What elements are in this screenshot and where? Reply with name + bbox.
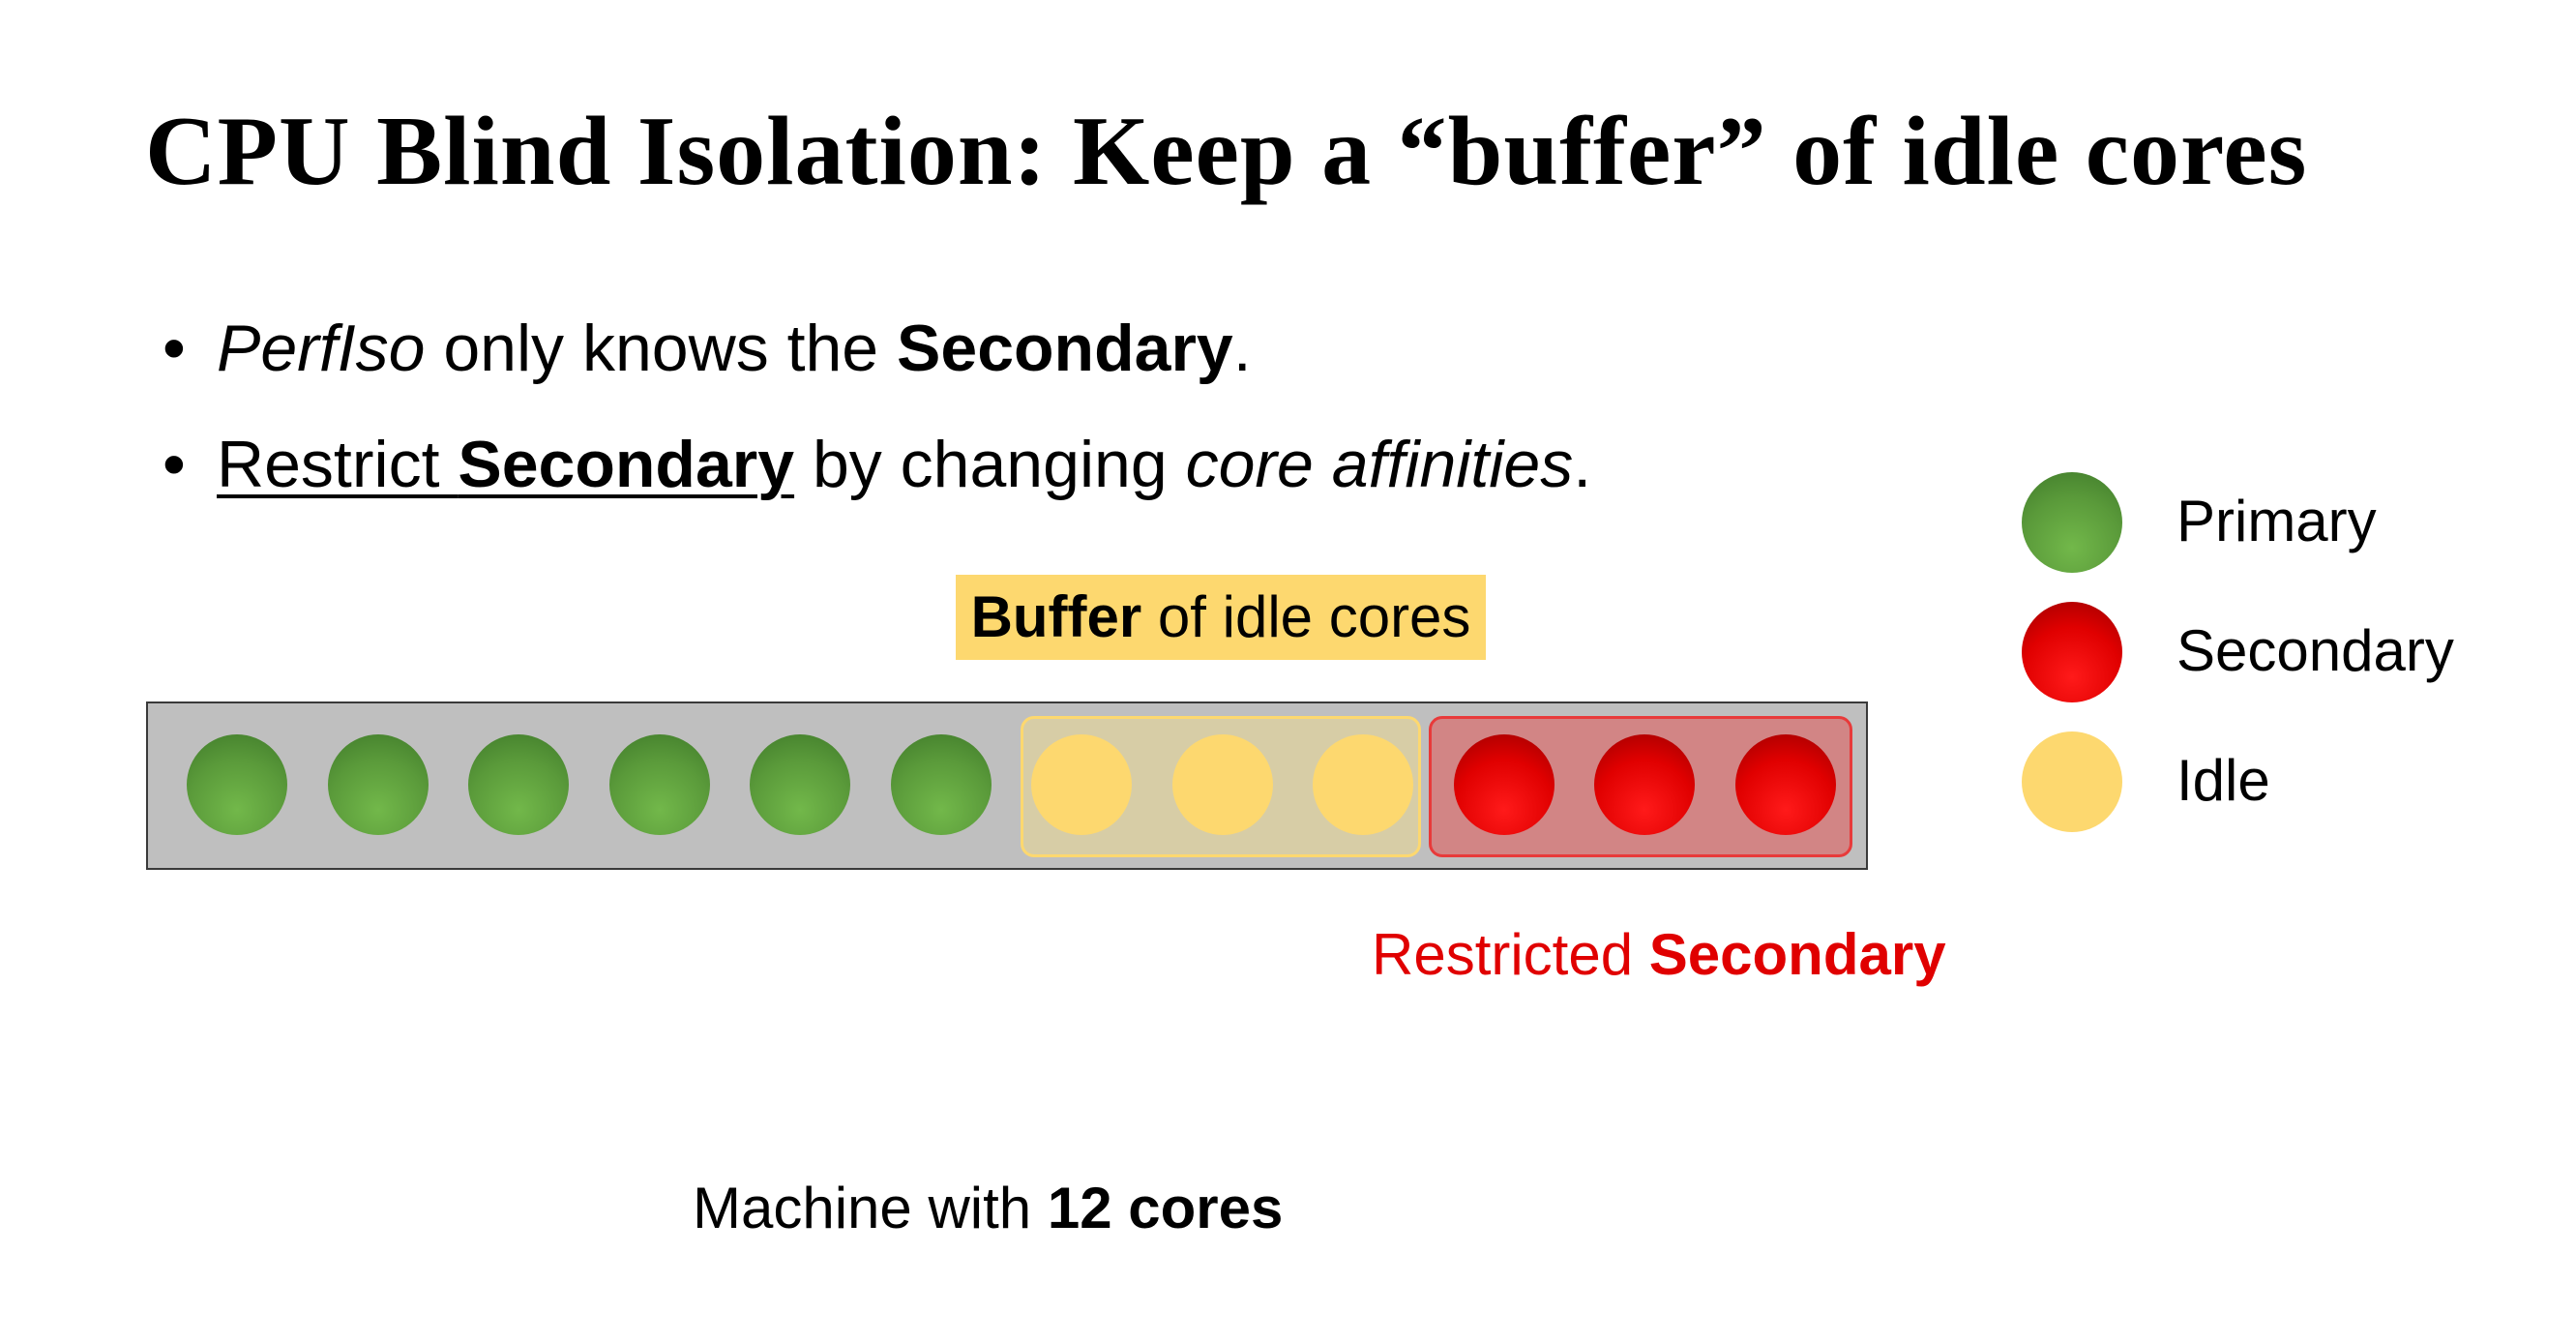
secondary-text: Secondary: [458, 428, 795, 501]
core-primary-1: [187, 734, 287, 835]
core-affinities-text: core affinities: [1185, 428, 1574, 501]
core-secondary-10: [1454, 734, 1554, 835]
restrict-text: Restrict: [217, 428, 459, 501]
perfiso-text: PerfIso: [217, 312, 426, 385]
core-secondary-12: [1735, 734, 1836, 835]
bullet-marker: •: [163, 428, 186, 501]
buffer-label: Buffer of idle cores: [956, 575, 1486, 660]
legend-label-secondary: Secondary: [2176, 618, 2454, 683]
bullet-text: only knows the: [425, 312, 898, 385]
machine-label-plain: Machine with: [693, 1176, 1048, 1240]
secondary-text: Secondary: [897, 312, 1233, 385]
restricted-secondary-label: Restricted Secondary: [1372, 921, 1946, 988]
restricted-label-plain: Restricted: [1372, 922, 1649, 987]
slide-title: CPU Blind Isolation: Keep a “buffer” of …: [145, 97, 2308, 206]
core-primary-4: [609, 734, 710, 835]
bullet-marker: •: [163, 312, 186, 385]
legend-label-idle: Idle: [2176, 748, 2270, 813]
core-primary-3: [468, 734, 569, 835]
core-primary-5: [750, 734, 850, 835]
machine-label: Machine with 12 cores: [693, 1175, 1283, 1241]
buffer-label-bold: Buffer: [970, 584, 1142, 649]
legend-label-primary: Primary: [2176, 489, 2377, 553]
bullet-list: • PerfIso only knows the Secondary. • Rest…: [163, 290, 1591, 522]
machine-label-bold: 12 cores: [1047, 1176, 1284, 1240]
bullet-item-1: • PerfIso only knows the Secondary.: [163, 290, 1591, 406]
legend-swatch-idle: [2022, 731, 2122, 832]
core-idle-8: [1172, 734, 1273, 835]
core-idle-7: [1031, 734, 1132, 835]
core-primary-6: [891, 734, 992, 835]
bullet-text: .: [1573, 428, 1592, 501]
restricted-label-bold: Secondary: [1648, 922, 1946, 987]
core-primary-2: [328, 734, 429, 835]
core-secondary-11: [1594, 734, 1695, 835]
bullet-text: .: [1232, 312, 1252, 385]
bullet-text: by changing: [794, 428, 1186, 501]
machine-core-strip: [146, 701, 1868, 870]
bullet-item-2: • Restrict Secondary by changing core aff…: [163, 406, 1591, 522]
core-idle-9: [1313, 734, 1413, 835]
buffer-label-rest: of idle cores: [1141, 584, 1471, 649]
legend-swatch-secondary: [2022, 602, 2122, 702]
legend-swatch-primary: [2022, 472, 2122, 573]
